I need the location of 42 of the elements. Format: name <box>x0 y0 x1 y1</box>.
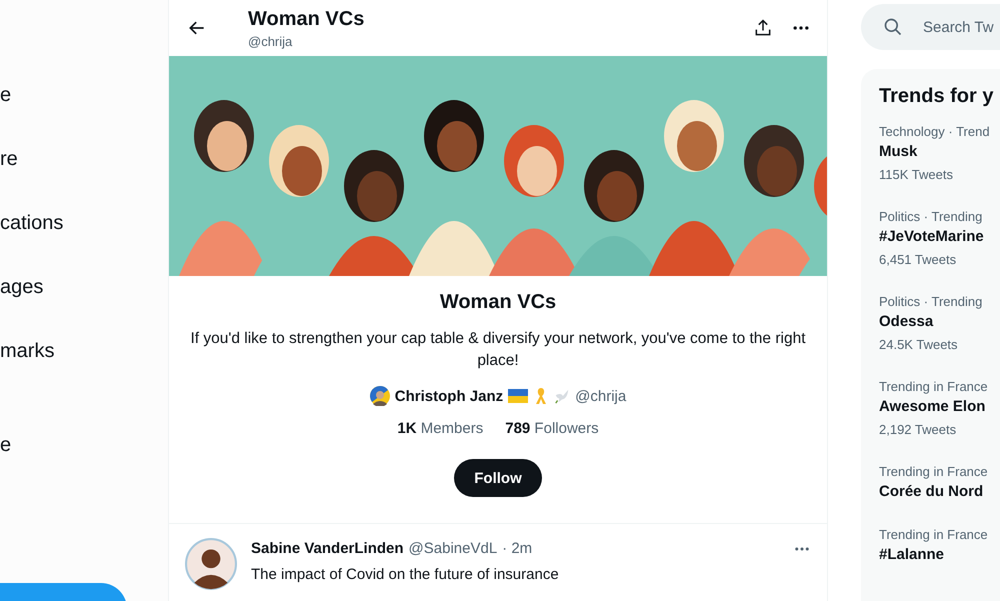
trend-name[interactable]: #Lalanne <box>879 544 1000 566</box>
author-handle[interactable]: @SabineVdL <box>408 538 498 560</box>
flag-icon <box>508 389 528 403</box>
stat-link[interactable]: 1K Members <box>397 420 484 437</box>
avatar[interactable] <box>185 538 237 590</box>
trend-count: 6,451 Tweets <box>879 251 958 269</box>
nav-item[interactable]: e <box>0 80 168 110</box>
trend-count: 2,192 Tweets <box>879 421 958 439</box>
trend-name[interactable]: Musk <box>879 141 1000 163</box>
nav-item[interactable]: marks <box>0 336 168 366</box>
tweet-text: The impact of Covid on the future of insurance <box>251 565 560 585</box>
nav-item[interactable]: e <box>0 430 168 460</box>
owner-name[interactable]: Christoph Janz <box>394 388 504 404</box>
trend-context: Technology · Trend <box>879 123 991 141</box>
follow-button[interactable]: Follow <box>454 459 542 497</box>
nav-item[interactable]: cations <box>0 208 168 238</box>
trend-name[interactable]: #JeVoteMarine <box>879 226 1000 248</box>
trend-context: Trending in France <box>879 463 989 481</box>
nav-item[interactable]: re <box>0 144 168 174</box>
nav-item[interactable]: ages <box>0 272 168 302</box>
trend-context: Politics · Trending <box>879 208 984 226</box>
trend-name[interactable]: Corée du Nord <box>879 481 1000 503</box>
trends-title: Trends for y <box>879 84 994 109</box>
list-name: Woman VCs <box>440 290 556 314</box>
page-handle: @chrija <box>248 32 294 50</box>
search-field[interactable]: Search Tw <box>861 4 1000 50</box>
tweet-time[interactable]: · 2m <box>502 538 532 560</box>
author-name[interactable]: Sabine VanderLinden <box>251 538 404 560</box>
trend-count: 115K Tweets <box>879 166 954 184</box>
trend-count: 24.5K Tweets <box>879 336 959 354</box>
owner-handle[interactable]: @chrija <box>575 388 626 404</box>
trend-context: Politics · Trending <box>879 293 984 311</box>
stat-link[interactable]: 789 Followers <box>505 420 599 437</box>
trend-name[interactable]: Odessa <box>879 311 1000 333</box>
trend-context: Trending in France <box>879 378 989 396</box>
search-icon <box>883 17 903 37</box>
page-title: Woman VCs <box>248 6 366 30</box>
share-icon[interactable] <box>753 18 773 38</box>
list-description: If you'd like to strengthen your cap table & diversify your network, you've come to the right place! <box>189 329 807 371</box>
trend-name[interactable]: Awesome Elon <box>879 396 1000 418</box>
trend-context: Trending in France <box>879 526 989 544</box>
avatar[interactable] <box>370 386 390 406</box>
